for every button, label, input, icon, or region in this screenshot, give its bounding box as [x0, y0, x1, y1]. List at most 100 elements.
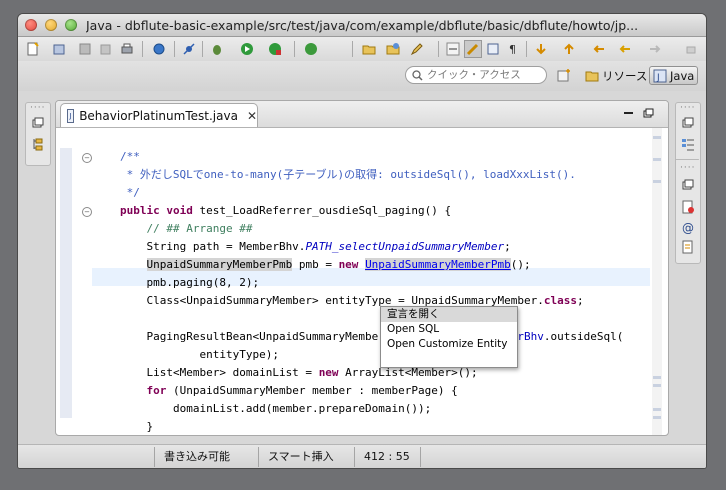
search-icon[interactable] [150, 40, 168, 58]
code-line: for (UnpaidSummaryMember member : member… [146, 384, 458, 397]
overview-mark[interactable] [653, 408, 661, 411]
java-file-icon: J [67, 108, 75, 123]
overview-mark[interactable] [653, 136, 661, 139]
pencil-icon[interactable] [408, 40, 426, 58]
save-all-icon[interactable] [96, 40, 114, 58]
java-editor: J BehaviorPlatinumTest.java ✕ − − /** * … [55, 100, 669, 436]
overview-mark[interactable] [653, 384, 661, 387]
quick-access-field[interactable] [405, 66, 547, 84]
overview-ruler[interactable] [652, 128, 662, 435]
toggle-mark-occurrences-icon[interactable] [444, 40, 462, 58]
perspective-resource[interactable]: リソース [582, 66, 650, 85]
panel-grip[interactable]: ···· [680, 104, 695, 113]
quick-access-input[interactable] [427, 69, 537, 81]
status-separator [420, 447, 421, 467]
code-line: pmb.paging(8, 2); [120, 276, 260, 289]
svg-text:¶: ¶ [509, 43, 516, 56]
minimize-icon[interactable] [623, 108, 635, 118]
code-line: */ [120, 186, 140, 199]
status-bar: 書き込み可能 スマート挿入 412 : 55 [18, 444, 706, 468]
editor-tab-bar: J BehaviorPlatinumTest.java ✕ [56, 101, 668, 128]
toolbar-separator [438, 41, 439, 57]
save-icon[interactable] [76, 40, 94, 58]
status-writable: 書き込み可能 [164, 450, 230, 463]
run-external-tool-icon[interactable] [266, 40, 284, 58]
hyperlink-context-menu: 宣言を開く Open SQL Open Customize Entity [380, 306, 518, 368]
overview-mark[interactable] [653, 158, 661, 161]
panel-grip[interactable]: ···· [680, 164, 695, 173]
code-line: // ## Arrange ## [120, 222, 253, 235]
last-edit-location-icon[interactable] [590, 40, 608, 58]
code-line: } [120, 420, 154, 433]
new-icon[interactable] [24, 40, 42, 58]
title-bar: Java - dbflute-basic-example/src/test/ja… [18, 14, 706, 37]
panel-divider [675, 159, 699, 160]
code-area[interactable]: − − /** * 外だしSQLでone-to-many(子テーブル)の取得: … [56, 128, 668, 435]
javadoc-icon[interactable]: @ [680, 219, 696, 235]
restore-icon[interactable] [30, 115, 46, 131]
perspective-bar: リソース J Java [18, 61, 706, 91]
minimize-window-button[interactable] [45, 19, 57, 31]
maximize-icon[interactable] [643, 108, 655, 118]
fold-toggle-icon[interactable]: − [82, 207, 92, 217]
left-minimized-panel: ···· [25, 102, 51, 166]
code-line: PagingResultBean<UnpaidSummaryMember> me… [120, 330, 624, 343]
restore-icon[interactable] [680, 115, 696, 131]
outline-icon[interactable] [680, 137, 696, 153]
code-line: /** [120, 150, 140, 163]
code-line: * 外だしSQLでone-to-many(子テーブル)の取得: outsideS… [120, 168, 576, 181]
menu-item-open-declaration[interactable]: 宣言を開く [381, 307, 517, 322]
skip-breakpoints-icon[interactable] [180, 40, 198, 58]
highlight-icon[interactable] [464, 40, 482, 58]
open-type-icon[interactable] [360, 40, 378, 58]
debug-icon[interactable] [208, 40, 226, 58]
open-task-icon[interactable] [384, 40, 402, 58]
toolbar-separator [142, 41, 143, 57]
status-separator [354, 447, 355, 467]
overview-mark[interactable] [653, 416, 661, 419]
restore-icon[interactable] [680, 177, 696, 193]
perspective-resource-label: リソース [602, 68, 648, 83]
pin-editor-icon[interactable] [682, 40, 700, 58]
panel-grip[interactable]: ···· [30, 104, 45, 113]
code-line: public void test_LoadReferrer_ousdieSql_… [120, 204, 452, 217]
print-icon[interactable] [118, 40, 136, 58]
declaration-icon[interactable] [680, 239, 696, 255]
fold-toggle-icon[interactable]: − [82, 153, 92, 163]
forward-icon[interactable] [646, 40, 664, 58]
show-whitespace-icon[interactable]: ¶ [504, 40, 522, 58]
package-explorer-icon[interactable] [30, 137, 46, 153]
menu-item-open-sql[interactable]: Open SQL [381, 322, 517, 337]
run-icon[interactable] [238, 40, 256, 58]
block-selection-icon[interactable] [484, 40, 502, 58]
eclipse-window: Java - dbflute-basic-example/src/test/ja… [18, 14, 706, 468]
back-icon[interactable] [616, 40, 634, 58]
close-icon[interactable]: ✕ [247, 109, 257, 123]
tab-behaviorplatinumtest[interactable]: J BehaviorPlatinumTest.java ✕ [60, 103, 258, 127]
toolbar-separator [174, 41, 175, 57]
overview-mark[interactable] [653, 180, 661, 183]
tab-title: BehaviorPlatinumTest.java [79, 108, 238, 123]
code-line: domainList.add(member.prepareDomain()); [120, 402, 432, 415]
perspective-java-label: Java [670, 68, 695, 83]
zoom-window-button[interactable] [65, 19, 77, 31]
code-line: String path = MemberBhv.PATH_selectUnpai… [120, 240, 511, 253]
previous-annotation-icon[interactable] [560, 40, 578, 58]
search-icon [412, 69, 423, 81]
new-java-class-icon[interactable] [302, 40, 320, 58]
open-perspective-icon[interactable] [555, 66, 573, 84]
toolbar-separator [352, 41, 353, 57]
problems-icon[interactable] [680, 199, 696, 215]
overview-mark[interactable] [653, 376, 661, 379]
annotation-gutter [60, 148, 72, 418]
code-line: UnpaidSummaryMemberPmb pmb = new UnpaidS… [146, 258, 531, 271]
perspective-java[interactable]: J Java [649, 66, 699, 85]
toolbar-separator [526, 41, 527, 57]
status-separator [154, 447, 155, 467]
new-package-icon[interactable] [50, 40, 68, 58]
close-window-button[interactable] [25, 19, 37, 31]
next-annotation-icon[interactable] [532, 40, 550, 58]
svg-text:J: J [656, 73, 660, 83]
menu-item-open-customize-entity[interactable]: Open Customize Entity [381, 337, 517, 352]
right-minimized-panel: ···· ···· @ [675, 102, 701, 264]
